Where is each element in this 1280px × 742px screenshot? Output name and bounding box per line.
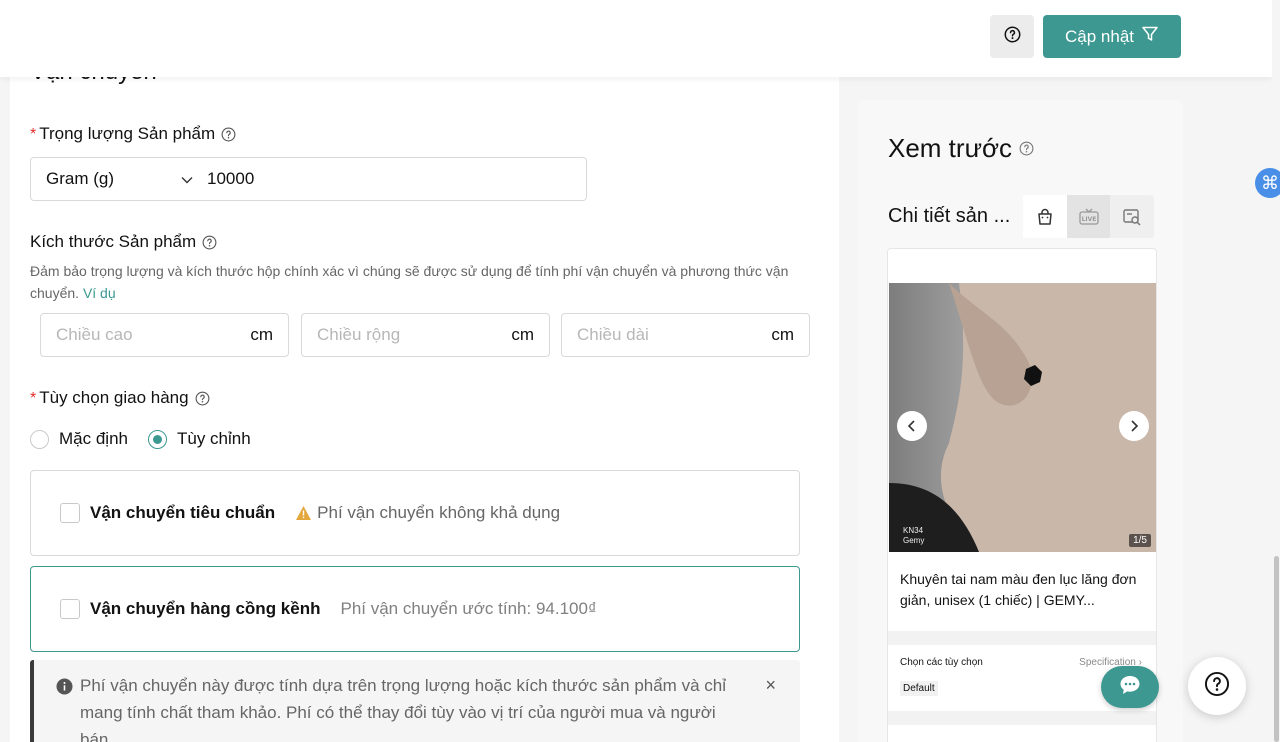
- shipping-method-bulky[interactable]: Vận chuyển hàng cồng kềnh Phí vận chuyển…: [30, 566, 800, 652]
- delivery-label-text: Tùy chọn giao hàng: [39, 388, 189, 407]
- standard-checkbox[interactable]: [60, 503, 80, 523]
- options-label: Chọn các tùy chọn: [900, 657, 983, 668]
- search-preview-icon[interactable]: [1110, 195, 1154, 238]
- length-unit: cm: [771, 325, 794, 344]
- product-name: Khuyên tai nam màu đen lục lăng đơn giản…: [900, 571, 1137, 608]
- close-icon[interactable]: ×: [765, 672, 776, 699]
- standard-note: Phí vận chuyển không khả dụng: [317, 503, 561, 522]
- divider: [888, 711, 1156, 725]
- length-placeholder: Chiều dài: [577, 325, 649, 344]
- floating-help-button[interactable]: [1188, 657, 1246, 715]
- radio-custom[interactable]: [147, 429, 167, 449]
- weight-label: * Trọng lượng Sản phẩm: [30, 124, 236, 144]
- question-circle-icon[interactable]: [195, 391, 210, 406]
- height-unit: cm: [250, 325, 273, 344]
- update-button-label: Cập nhật: [1065, 26, 1134, 46]
- bulky-checkbox[interactable]: [60, 599, 80, 619]
- required-mark: *: [30, 126, 37, 143]
- question-circle-icon[interactable]: [221, 127, 236, 142]
- info-icon: [56, 676, 73, 695]
- page: Vận chuyển *Trọng lượng Sản phẩm Gram (g…: [0, 0, 1280, 742]
- height-input[interactable]: Chiều cao cm: [40, 313, 289, 357]
- image-brand-mark: KN34 Gemy: [903, 526, 924, 546]
- extension-command-icon[interactable]: ⌘: [1255, 168, 1280, 198]
- divider: [888, 631, 1156, 645]
- next-image-button[interactable]: [1119, 411, 1149, 441]
- question-circle-icon[interactable]: [202, 235, 217, 250]
- radio-custom-label[interactable]: Tùy chỉnh: [177, 429, 251, 449]
- weight-input-group: Gram (g) 10000: [30, 157, 587, 201]
- fee-info-text: Phí vận chuyển này được tính dựa trên tr…: [80, 676, 726, 742]
- required-mark: *: [30, 390, 37, 407]
- length-input[interactable]: Chiều dài cm: [561, 313, 810, 357]
- fee-info-box: Phí vận chuyển này được tính dựa trên tr…: [30, 660, 800, 742]
- example-link[interactable]: Ví dụ: [83, 285, 116, 301]
- dimensions-label: Kích thước Sản phẩm: [30, 232, 217, 252]
- preview-tabs: LIVE: [1023, 195, 1154, 238]
- radio-default[interactable]: [30, 429, 49, 449]
- warning-icon: [295, 505, 312, 521]
- shopping-bag-icon[interactable]: [1023, 195, 1067, 238]
- chat-bubble-icon: [1118, 674, 1142, 701]
- image-counter: 1/5: [1129, 534, 1151, 547]
- dimensions-hint-text: Đảm bảo trọng lượng và kích thước hộp ch…: [30, 263, 789, 301]
- preview-title: Xem trước: [888, 133, 1034, 164]
- page-scrollbar-thumb[interactable]: [1274, 556, 1279, 742]
- bulky-name: Vận chuyển hàng cồng kềnh: [90, 599, 321, 618]
- weight-unit-value: Gram (g): [46, 169, 114, 188]
- question-circle-icon: [1004, 26, 1021, 48]
- weight-value-input[interactable]: 10000: [207, 169, 254, 189]
- weight-label-text: Trọng lượng Sản phẩm: [39, 124, 216, 143]
- width-input[interactable]: Chiều rộng cm: [301, 313, 550, 357]
- question-circle-icon[interactable]: [1019, 141, 1034, 156]
- preview-tab-label[interactable]: Chi tiết sản ...: [888, 205, 1010, 228]
- live-icon[interactable]: LIVE: [1066, 195, 1111, 238]
- height-placeholder: Chiều cao: [56, 325, 133, 344]
- question-circle-icon: [1204, 671, 1230, 702]
- delivery-label: * Tùy chọn giao hàng: [30, 388, 210, 408]
- width-placeholder: Chiều rộng: [317, 325, 401, 344]
- width-unit: cm: [511, 325, 534, 344]
- shipping-method-standard[interactable]: Vận chuyển tiêu chuẩn Phí vận chuyển khô…: [30, 470, 800, 556]
- svg-text:LIVE: LIVE: [1081, 216, 1096, 223]
- chevron-down-icon: [181, 169, 193, 189]
- dimensions-hint: Đảm bảo trọng lượng và kích thước hộp ch…: [30, 260, 810, 304]
- bulky-fee: Phí vận chuyển ước tính: 94.100₫: [340, 599, 597, 618]
- product-image: KN34 Gemy 1/5: [889, 283, 1156, 552]
- prev-image-button[interactable]: [897, 411, 927, 441]
- standard-name: Vận chuyển tiêu chuẩn: [90, 503, 276, 522]
- brand-line-1: KN34: [903, 526, 924, 535]
- dimensions-label-text: Kích thước Sản phẩm: [30, 232, 197, 251]
- header-help-button[interactable]: [990, 15, 1034, 58]
- filter-funnel-icon: [1141, 25, 1159, 48]
- preview-title-text: Xem trước: [888, 133, 1013, 163]
- chat-button[interactable]: [1101, 666, 1159, 708]
- delivery-radio-group: Mặc định Tùy chỉnh: [30, 429, 271, 449]
- update-button[interactable]: Cập nhật: [1043, 15, 1181, 58]
- weight-unit-select[interactable]: Gram (g): [31, 158, 207, 200]
- radio-default-label[interactable]: Mặc định: [59, 429, 128, 449]
- brand-line-2: Gemy: [903, 536, 925, 545]
- default-option-chip[interactable]: Default: [900, 681, 938, 696]
